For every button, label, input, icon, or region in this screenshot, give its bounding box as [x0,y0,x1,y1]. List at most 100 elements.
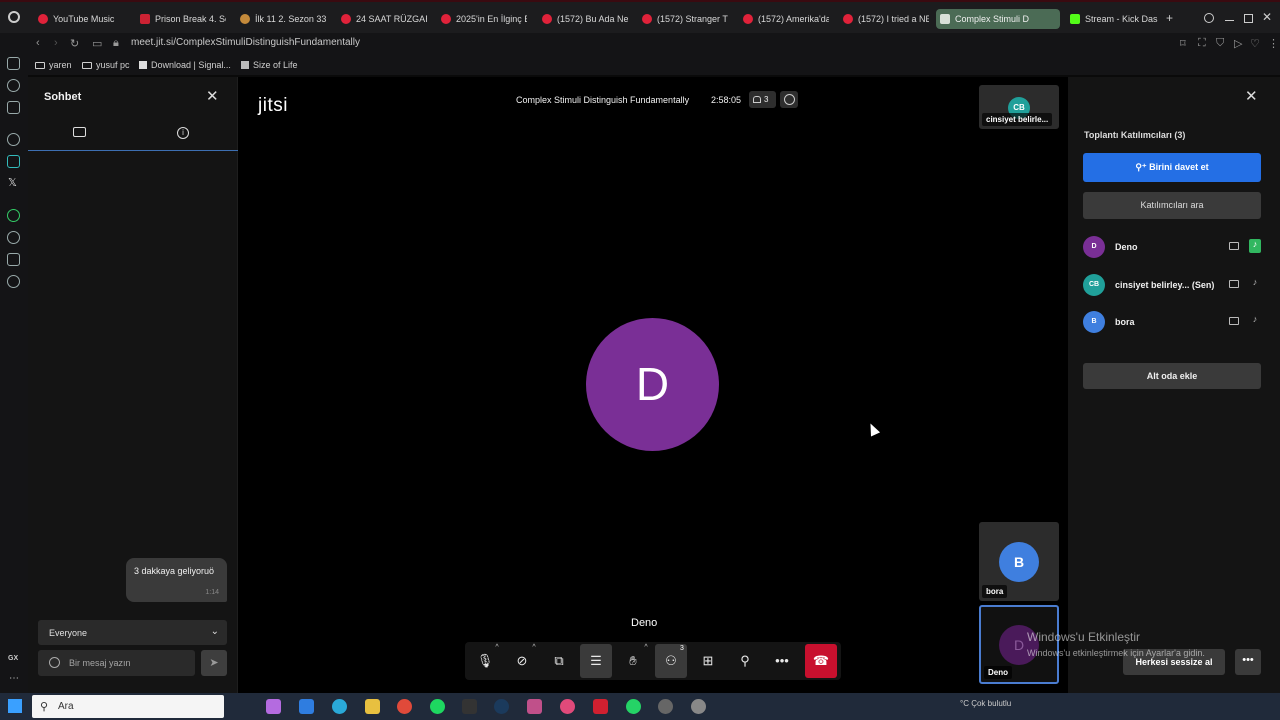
tab-i-tried[interactable]: (1572) I tried a NE [839,9,929,29]
forward-icon[interactable]: › [54,37,58,49]
mail-icon[interactable] [299,699,314,714]
screen-share-button[interactable]: ⧉ [543,644,575,678]
shield-icon[interactable]: ⛉ [1216,37,1224,50]
games-icon[interactable] [7,101,20,114]
weather-widget[interactable]: °C Çok bulutlu [960,699,1011,708]
app-icon[interactable] [593,699,608,714]
app-icon[interactable] [658,699,673,714]
more-actions-button[interactable]: ••• [766,644,798,678]
invite-button[interactable]: ⚲ [729,644,761,678]
meeting-toolbar: 🎙︎ ^ ⊘ ^ ⧉ ☰ ✋︎ ^ ⚇ 3 ⊞ ⚲ ••• ☎︎ [465,642,841,680]
slack-icon[interactable] [527,699,542,714]
participant-count-badge[interactable]: 3 [749,91,776,108]
send-button[interactable]: ➤ [201,650,227,676]
participant-row[interactable]: CB cinsiyet belirley... (Sen) ♪ [1083,274,1265,298]
copilot-icon[interactable] [266,699,281,714]
camera-indicator-icon[interactable]: ▭ [92,37,102,50]
more-icon[interactable]: ⋯ [9,673,19,684]
message-time: 1:14 [205,589,219,596]
reactions-caret[interactable]: ^ [641,644,651,652]
thumbnail-cinsiyet[interactable]: CB cinsiyet belirle... [979,85,1059,129]
windows-start-icon[interactable] [8,699,22,713]
tab-stranger[interactable]: (1572) Stranger Th [638,9,728,29]
bookmark-size-of-life[interactable]: Size of Life [241,60,298,70]
chat-button[interactable]: ☰ [580,644,612,678]
tab-amerika[interactable]: (1572) Amerika'da [739,9,829,29]
app-icon[interactable] [691,699,706,714]
message-placeholder: Bir mesaj yazın [69,658,131,668]
recipient-select[interactable]: Everyone ⌄ [38,620,227,645]
opera-logo-icon[interactable] [8,11,20,23]
meeting-title: Complex Stimuli Distinguish Fundamentall… [516,95,690,105]
hangup-button[interactable]: ☎︎ [805,644,837,678]
new-tab-button[interactable]: + [1166,11,1173,25]
chatgpt-icon[interactable] [7,133,20,146]
bookmark-signal[interactable]: Download | Signal... [139,60,231,70]
tab-youtube-music[interactable]: YouTube Music [34,9,130,29]
add-breakout-room-button[interactable]: Alt oda ekle [1083,363,1261,389]
maximize-icon[interactable] [1244,14,1253,23]
search-tabs-icon[interactable] [1204,13,1214,23]
url-field[interactable]: meet.jit.si/ComplexStimuliDistinguishFun… [131,37,360,48]
bookmark-icon[interactable]: ⌑ [1180,37,1186,50]
back-icon[interactable]: ‹ [36,37,40,49]
minimize-icon[interactable] [1225,20,1234,21]
snapshot-icon[interactable]: ⛶ [1198,37,1206,50]
x-icon[interactable]: 𝕏 [8,176,17,189]
chrome-icon[interactable] [397,699,412,714]
tab-complex-stimuli[interactable]: Complex Stimuli D [936,9,1060,29]
settings-icon[interactable] [7,275,20,288]
close-chat-icon[interactable]: ✕ [206,87,219,105]
more-options-button[interactable]: ••• [1235,649,1261,675]
extensions-icon[interactable] [7,253,20,266]
youtube-icon [542,14,552,24]
gx-icon[interactable]: GX [8,655,18,662]
steam-icon[interactable] [494,699,509,714]
windows-activation-watermark: Windows'u Etkinleştir Windows'u etkinleş… [1027,630,1205,658]
audio-options-caret[interactable]: ^ [492,644,502,652]
workspace-icon[interactable] [7,57,20,70]
tab-prison-break[interactable]: Prison Break 4. Se [136,9,226,29]
epic-icon[interactable] [462,699,477,714]
bookmark-yusuf-pc[interactable]: yusuf pc [82,60,130,70]
taskbar-search[interactable]: ⚲ Ara [32,695,224,718]
music-icon[interactable] [7,209,20,222]
twitch-icon[interactable] [7,155,20,168]
ai-icon[interactable] [7,79,20,92]
tab-2025[interactable]: 2025'in En İlginç B [437,9,527,29]
history-icon[interactable] [7,231,20,244]
youtube-icon [642,14,652,24]
bookmark-yaren[interactable]: yaren [35,60,72,70]
signal-icon [139,61,147,69]
explorer-icon[interactable] [365,699,380,714]
thumbnail-bora[interactable]: B bora [979,522,1059,601]
close-participants-icon[interactable]: ✕ [1245,87,1258,105]
jitsi-logo[interactable]: jitsi [258,95,288,117]
tab-chat-messages[interactable] [73,127,86,137]
emoji-icon[interactable] [49,657,60,668]
tab-bu-ada[interactable]: (1572) Bu Ada Ned [538,9,628,29]
menu-dots-icon[interactable]: ⋮ [1268,37,1279,50]
reload-icon[interactable]: ↻ [70,37,79,50]
tab-kick[interactable]: Stream - Kick Dash [1066,9,1158,29]
video-options-caret[interactable]: ^ [529,644,539,652]
whatsapp-icon[interactable] [626,699,641,714]
participants-title: Toplantı Katılımcıları (3) [1084,130,1186,140]
message-input[interactable]: Bir mesaj yazın [38,650,195,676]
tab-ilk-11[interactable]: İlk 11 2. Sezon 33. [236,9,326,29]
play-icon[interactable]: ▷ [1234,37,1242,50]
performance-icon[interactable] [780,91,798,108]
heart-icon[interactable]: ♡ [1250,37,1260,50]
close-window-icon[interactable]: ✕ [1262,10,1272,24]
participant-row[interactable]: B bora ♪ [1083,311,1265,335]
spotify-icon[interactable] [430,699,445,714]
invite-someone-button[interactable]: ⚲⁺ Birini davet et [1083,153,1261,182]
search-participants-button[interactable]: Katılımcıları ara [1083,192,1261,219]
edge-icon[interactable] [332,699,347,714]
participant-row[interactable]: D Deno ♪ [1083,236,1265,260]
opera-gx-icon[interactable] [560,699,575,714]
tab-24-saat[interactable]: 24 SAAT RÜZGAR [337,9,427,29]
tile-view-button[interactable]: ⊞ [692,644,724,678]
tab-info[interactable]: i [177,127,189,139]
camera-off-icon [1229,317,1239,325]
